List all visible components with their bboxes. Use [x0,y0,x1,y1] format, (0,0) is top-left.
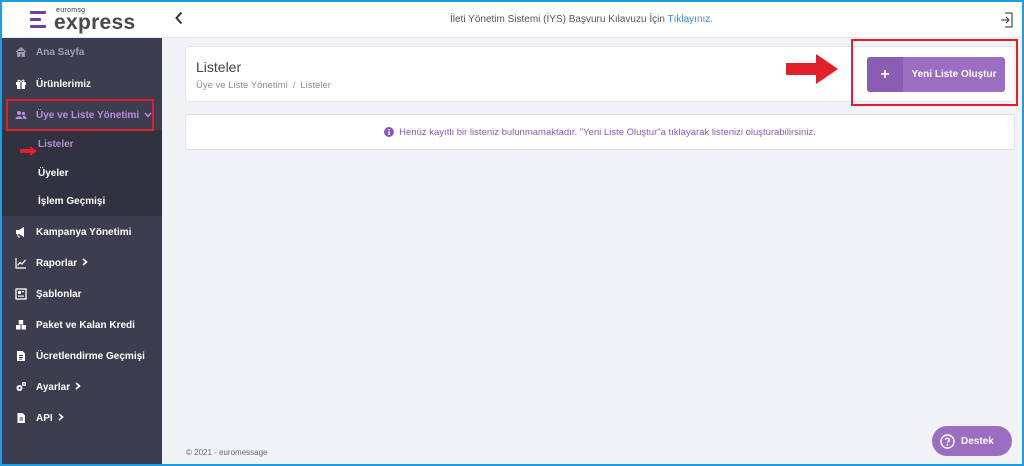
breadcrumb-separator: / [292,80,296,91]
chevron-right-icon [58,413,64,423]
brand-logo[interactable]: euromsg express [30,7,140,33]
sidebar-item-label: Ürünlerimiz [36,78,92,90]
iys-notice-text: İleti Yönetim Sistemi (İYS) Başvuru Kıla… [450,14,668,25]
info-icon [384,127,395,137]
sidebar-item-billing-history[interactable]: Ücretlendirme Geçmişi [2,342,162,370]
support-button[interactable]: Destek [932,426,1012,456]
package-icon [16,320,26,330]
sidebar-toggle-chevron-left-icon[interactable] [174,11,188,29]
top-bar: euromsg express İleti Yönetim Sistemi (İ… [2,2,1022,38]
gears-icon [16,382,26,391]
question-icon [940,433,955,449]
plus-icon: + [867,57,903,92]
sidebar-item-label: Ana Sayfa [36,46,85,58]
empty-state-text: Henüz kayıtlı bir listeniz bulunmamaktad… [399,126,816,138]
sidebar-item-templates[interactable]: Şablonlar [2,280,162,308]
chevron-right-icon [75,382,81,392]
page-title: Listeler [196,59,242,75]
chart-icon [15,258,26,269]
highlight-box-sidebar [6,99,154,131]
sidebar-item-label: Ayarlar [36,381,71,393]
logout-icon[interactable] [1000,12,1014,28]
template-icon [15,288,27,300]
campaign-icon [16,227,24,238]
new-list-button-label: Yeni Liste Oluştur [911,69,997,80]
home-icon [15,46,27,57]
empty-state-notice: Henüz kayıtlı bir listeniz bulunmamaktad… [185,114,1015,150]
iys-notice: İleti Yönetim Sistemi (İYS) Başvuru Kıla… [450,14,713,25]
highlight-arrow-icon [20,143,38,156]
sidebar-item-settings[interactable]: Ayarlar [2,373,162,401]
highlight-arrow-large-icon [786,54,838,84]
sidebar-item-label: Kampanya Yönetimi [36,226,132,238]
sidebar-item-reports[interactable]: Raporlar [2,249,162,277]
brand-name: express [54,11,136,34]
sidebar-item-label: Paket ve Kalan Kredi [36,319,135,331]
sidebar-item-home[interactable]: Ana Sayfa [2,38,162,66]
chevron-right-icon [82,258,88,268]
sidebar-item-label: API [36,412,53,424]
sidebar-item-label: Şablonlar [36,288,82,300]
sidebar-item-campaigns[interactable]: Kampanya Yönetimi [2,218,162,246]
iys-notice-link[interactable]: Tıklayınız. [668,14,714,25]
sidebar-item-api[interactable]: API [2,404,162,432]
sidebar-item-products[interactable]: Ürünlerimiz [2,70,162,98]
breadcrumb-item-parent[interactable]: Üye ve Liste Yönetimi [196,80,288,91]
app-window: euromsg express İleti Yönetim Sistemi (İ… [2,2,1022,464]
sidebar-item-label: Ücretlendirme Geçmişi [36,350,145,362]
sidebar-subitem-history[interactable]: İşlem Geçmişi [38,196,105,207]
document-icon [17,351,25,361]
breadcrumb-item-current: Listeler [300,80,331,91]
sidebar-item-label: Raporlar [36,257,78,269]
footer-copyright: © 2021 - euromessage [186,448,268,457]
sidebar-item-package-credit[interactable]: Paket ve Kalan Kredi [2,311,162,339]
new-list-button[interactable]: + Yeni Liste Oluştur [867,57,1005,92]
sidebar-subitem-lists[interactable]: Listeler [38,139,74,150]
brand-mark-icon [30,11,46,29]
sidebar: Ana Sayfa Ürünlerimiz Üye ve Liste Yönet… [2,38,162,464]
breadcrumb: Üye ve Liste Yönetimi / Listeler [196,80,331,91]
file-icon [17,413,25,423]
sidebar-subitem-members[interactable]: Üyeler [38,168,69,179]
gift-icon [16,79,26,89]
support-button-label: Destek [961,435,994,447]
